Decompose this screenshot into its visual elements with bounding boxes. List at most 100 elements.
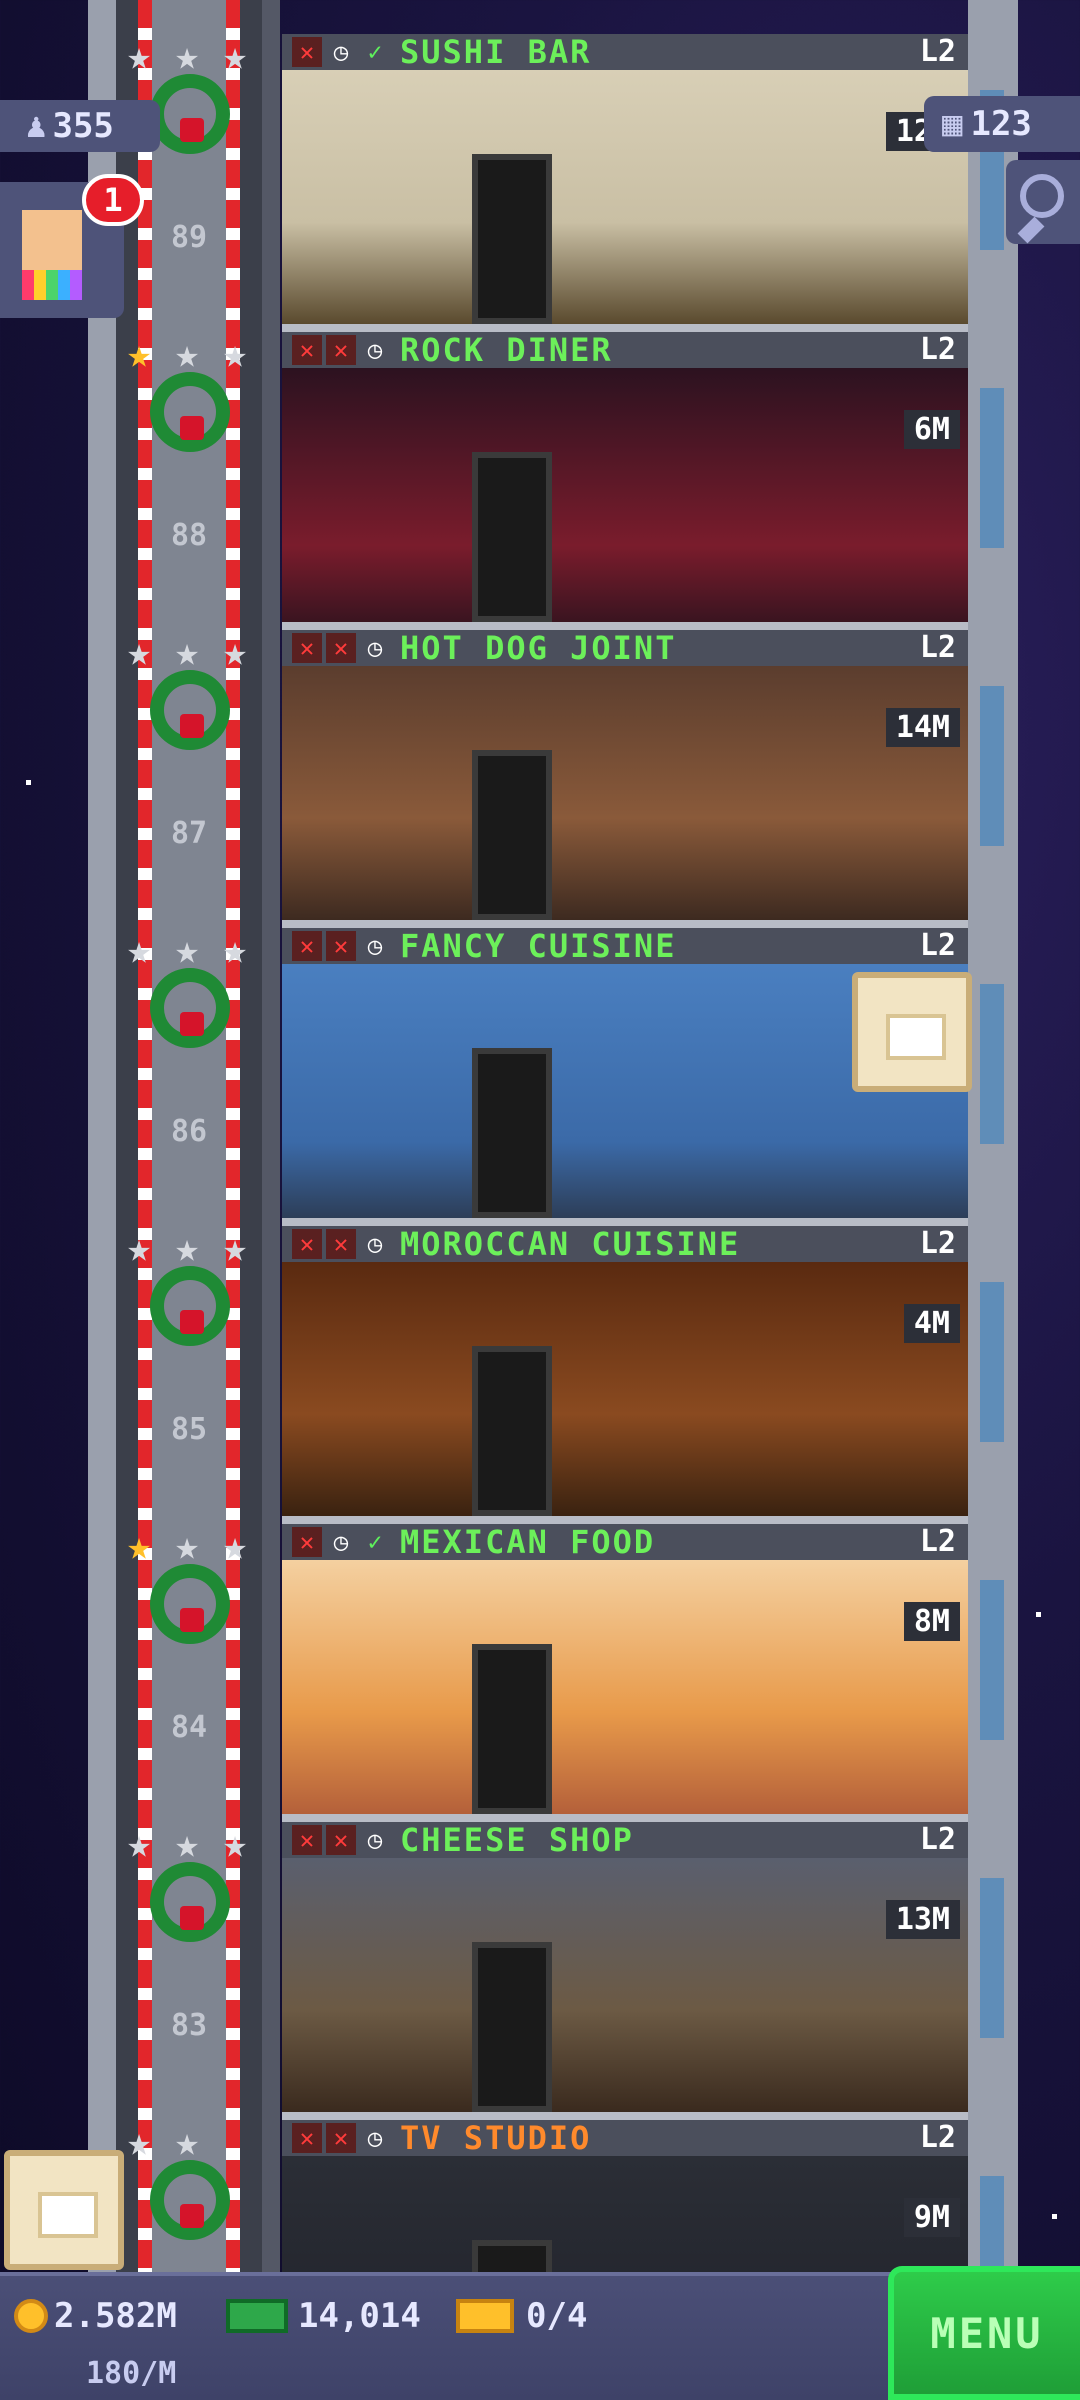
floor-header: ✕ ✕ ◷ HOT DOG JOINT L2	[282, 629, 968, 667]
floor-number: 87	[170, 816, 208, 851]
silver-star-icon: ★	[174, 2119, 200, 2165]
floor-stars: ★ ★ ★	[118, 1824, 258, 1864]
floor-hot-dog-joint[interactable]: ✕ ✕ ◷ HOT DOG JOINT L2 14M	[282, 629, 968, 928]
floor-door	[472, 1942, 552, 2112]
bux-value: 14,014	[298, 2296, 421, 2336]
avatar	[22, 210, 82, 270]
silver-star-icon: ★	[174, 1821, 200, 1867]
floor-door	[472, 1346, 552, 1516]
floor-header: ✕ ✕ ◷ TV STUDIO L2	[282, 2119, 968, 2157]
floor-stars: ★ ★	[118, 2122, 258, 2162]
floor-header: ✕ ◷ ✓ SUSHI BAR L2	[282, 33, 968, 71]
silver-star-icon: ★	[222, 331, 248, 377]
floor-sushi-bar[interactable]: ✕ ◷ ✓ SUSHI BAR L2 12M	[282, 33, 968, 332]
wreath-icon	[150, 74, 230, 154]
silver-star-icon: ★	[174, 1523, 200, 1569]
floor-header: ✕ ◷ ✓ MEXICAN FOOD L2	[282, 1523, 968, 1561]
x-icon: ✕	[292, 1229, 322, 1259]
tower-window	[980, 388, 1004, 548]
floor-interior: 14M	[282, 666, 968, 920]
floor-moroccan-cuisine[interactable]: ✕ ✕ ◷ MOROCCAN CUISINE L2 4M	[282, 1225, 968, 1524]
floor-name: SUSHI BAR	[400, 33, 592, 71]
wreath-icon	[150, 372, 230, 452]
tickets-value: 0/4	[526, 2296, 588, 2336]
floor-income: 9M	[903, 2198, 960, 2237]
x-icon: ✕	[292, 2123, 322, 2153]
tower-window	[980, 1282, 1004, 1442]
coins-stat: 2.582M	[14, 2296, 177, 2336]
floor-header: ✕ ✕ ◷ FANCY CUISINE L2	[282, 927, 968, 965]
silver-star-icon: ★	[174, 331, 200, 377]
floor-name: MOROCCAN CUISINE	[400, 1225, 741, 1263]
silver-star-icon: ★	[126, 629, 152, 675]
shaft-edge	[88, 0, 116, 2272]
tower-window	[980, 984, 1004, 1144]
clock-icon: ◷	[367, 932, 383, 960]
floor-rock-diner[interactable]: ✕ ✕ ◷ ROCK DINER L2 6M	[282, 331, 968, 630]
silver-star-icon: ★	[126, 927, 152, 973]
floor-cheese-shop[interactable]: ✕ ✕ ◷ CHEESE SHOP L2 13M	[282, 1821, 968, 2120]
floor-number: 83	[170, 2008, 208, 2043]
building-icon: ▦	[942, 104, 963, 144]
floor-name: HOT DOG JOINT	[400, 629, 677, 667]
floor-interior: 12M	[282, 70, 968, 324]
status-icons: ✕ ◷ ✓	[292, 1527, 390, 1557]
background-star	[26, 780, 31, 785]
floor-door	[472, 1048, 552, 1218]
x-icon: ✕	[292, 37, 322, 67]
x-icon: ✕	[326, 931, 356, 961]
status-icons: ✕ ✕ ◷	[292, 1229, 390, 1259]
clock-icon: ◷	[367, 2124, 383, 2152]
floor-income: 14M	[885, 708, 960, 747]
silver-star-icon: ★	[126, 1225, 152, 1271]
clock-icon: ◷	[367, 634, 383, 662]
x-icon: ✕	[326, 2123, 356, 2153]
floor-level: L2	[919, 2120, 956, 2155]
crate-icon[interactable]	[4, 2150, 124, 2270]
floor-mexican-food[interactable]: ✕ ◷ ✓ MEXICAN FOOD L2 8M	[282, 1523, 968, 1822]
x-icon: ✕	[292, 335, 322, 365]
floor-count-badge[interactable]: ▦ 123	[924, 96, 1080, 152]
floor-level: L2	[919, 332, 956, 367]
wreath-icon	[150, 1266, 230, 1346]
floor-stars: ★ ★ ★	[118, 930, 258, 970]
clock-icon: ◷	[367, 1826, 383, 1854]
x-icon: ✕	[292, 931, 322, 961]
floor-interior: 13M	[282, 1858, 968, 2112]
shaft-edge	[262, 0, 280, 2272]
silver-star-icon: ★	[174, 33, 200, 79]
floor-stars: ★ ★ ★	[118, 36, 258, 76]
x-icon: ✕	[292, 633, 322, 663]
tickets-stat[interactable]: 0/4	[456, 2296, 587, 2336]
gold-star-icon: ★	[126, 331, 152, 377]
floor-number: 89	[170, 220, 208, 255]
floor-name: CHEESE SHOP	[400, 1821, 634, 1859]
silver-star-icon: ★	[126, 1821, 152, 1867]
status-icons: ✕ ✕ ◷	[292, 335, 390, 365]
floor-door	[472, 750, 552, 920]
coin-icon	[14, 2299, 48, 2333]
bux-stat[interactable]: 14,014	[226, 2296, 421, 2336]
magnifier-icon	[1020, 174, 1064, 218]
silver-star-icon: ★	[126, 33, 152, 79]
floor-name: ROCK DINER	[400, 331, 613, 369]
coin-rate: 180/M	[86, 2356, 177, 2391]
population-count: 355	[52, 106, 114, 146]
floor-door	[472, 1644, 552, 1814]
silver-star-icon: ★	[222, 1523, 248, 1569]
population-badge[interactable]: ♟ 355	[0, 100, 160, 152]
status-icons: ✕ ◷ ✓	[292, 37, 390, 67]
crate-icon[interactable]	[852, 972, 972, 1092]
status-icons: ✕ ✕ ◷	[292, 1825, 390, 1855]
floor-name: TV STUDIO	[400, 2119, 592, 2157]
clock-icon: ◷	[333, 1528, 349, 1556]
gold-star-icon: ★	[126, 1523, 152, 1569]
silver-star-icon: ★	[222, 1225, 248, 1271]
zoom-button[interactable]	[1006, 160, 1080, 244]
silver-star-icon: ★	[126, 2119, 152, 2165]
floor-stars: ★ ★ ★	[118, 632, 258, 672]
floor-stars: ★ ★ ★	[118, 1228, 258, 1268]
floor-door	[472, 452, 552, 622]
clock-icon: ◷	[367, 1230, 383, 1258]
menu-button[interactable]: MENU	[888, 2266, 1080, 2400]
